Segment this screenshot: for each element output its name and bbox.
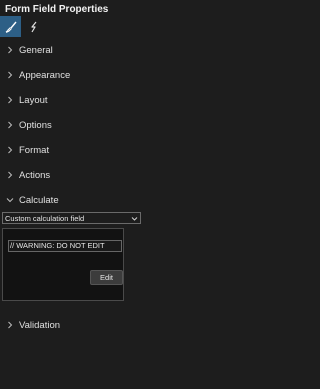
chevron-down-icon [1,197,19,203]
tab-appearance-brush[interactable] [0,16,21,37]
section-general[interactable]: General [0,42,260,58]
section-actions[interactable]: Actions [0,167,260,183]
section-label: General [19,44,53,56]
panel-title: Form Field Properties [5,4,109,15]
section-label: Layout [19,94,48,106]
chevron-right-icon [1,171,19,179]
section-label: Appearance [19,69,71,81]
calculation-script-field[interactable]: // WARNING: DO NOT EDIT [8,240,122,252]
section-format[interactable]: Format [0,142,260,158]
chevron-right-icon [1,96,19,104]
section-label: Format [19,144,50,156]
chevron-down-icon [131,214,138,225]
section-options[interactable]: Options [0,117,260,133]
calculation-script-panel: // WARNING: DO NOT EDIT Edit [2,228,124,301]
calculation-mode-select[interactable]: Custom calculation field [2,212,141,224]
section-label: Validation [19,319,61,331]
chevron-right-icon [1,146,19,154]
section-label: Calculate [19,194,59,206]
calculation-mode-value: Custom calculation field [5,213,85,223]
chevron-right-icon [1,321,19,329]
chevron-right-icon [1,46,19,54]
edit-script-button[interactable]: Edit [90,270,123,285]
section-label: Options [19,119,52,131]
section-label: Actions [19,169,51,181]
section-validation[interactable]: Validation [0,317,260,333]
panel-tabs [0,16,46,37]
section-calculate[interactable]: Calculate [0,192,260,208]
chevron-right-icon [1,121,19,129]
brush-icon [5,21,17,33]
tab-actions-lightning[interactable] [23,16,44,37]
section-appearance[interactable]: Appearance [0,67,260,83]
section-layout[interactable]: Layout [0,92,260,108]
lightning-icon [30,21,36,32]
chevron-right-icon [1,71,19,79]
